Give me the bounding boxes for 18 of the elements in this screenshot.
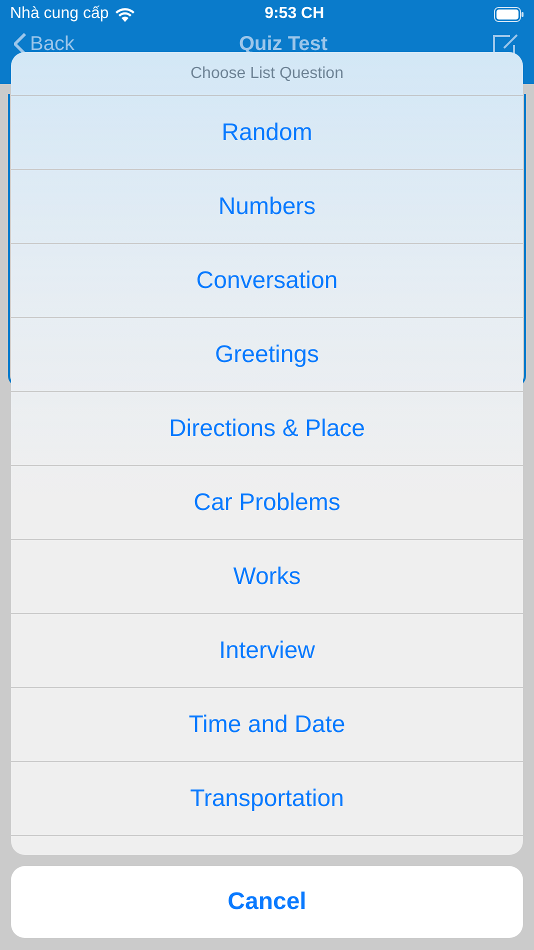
wifi-icon	[114, 6, 135, 22]
sheet-title: Choose List Question	[11, 52, 523, 96]
sheet-option[interactable]: Car Problems	[11, 466, 523, 540]
sheet-option[interactable]: Directions & Place	[11, 392, 523, 466]
sheet-option[interactable]: Greetings	[11, 318, 523, 392]
sheet-option[interactable]: Time and Date	[11, 688, 523, 762]
battery-icon	[494, 6, 524, 22]
cancel-button[interactable]: Cancel	[11, 866, 523, 938]
nav-title: Quiz Test	[238, 33, 328, 55]
back-chevron-icon[interactable]	[14, 33, 26, 55]
carrier-label: Nhà cung cấp	[10, 5, 109, 23]
sheet-option[interactable]: Transportation	[11, 762, 523, 836]
sheet-option[interactable]: Interview	[11, 614, 523, 688]
sheet-option[interactable]: Numbers	[11, 170, 523, 244]
clock-time: 9:53 CH	[264, 5, 326, 23]
sheet-option[interactable]: Conversation	[11, 244, 523, 318]
sheet-option[interactable]: Random	[11, 96, 523, 170]
sheet-option[interactable]: Works	[11, 540, 523, 614]
